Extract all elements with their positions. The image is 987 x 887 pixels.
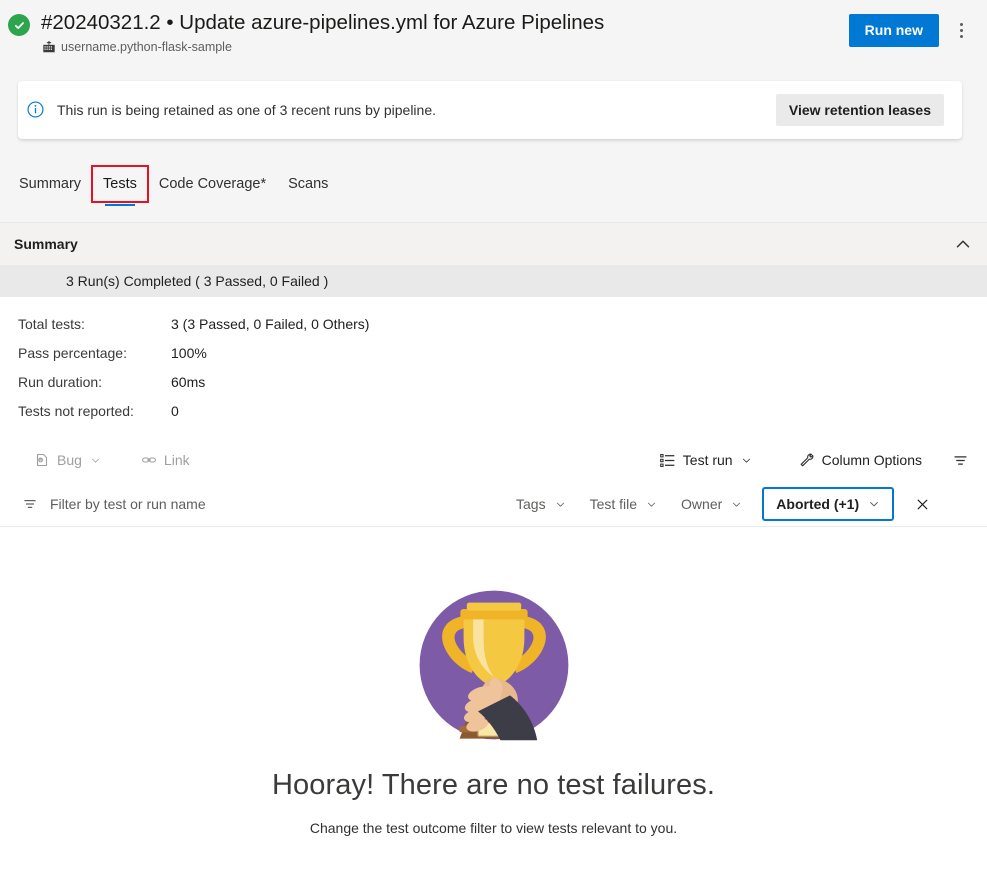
filter-icon (22, 496, 38, 512)
stat-row: Run duration: 60ms (18, 367, 987, 396)
create-bug-button[interactable]: B Bug (26, 444, 109, 476)
view-retention-leases-button[interactable]: View retention leases (775, 94, 944, 126)
command-toolbar: B Bug Link Test run Column Options (0, 438, 987, 483)
wrench-icon (798, 452, 815, 469)
summary-stats: Total tests: 3 (3 Passed, 0 Failed, 0 Ot… (0, 297, 987, 441)
summary-card: Summary 3 Run(s) Completed ( 3 Passed, 0… (0, 222, 987, 442)
create-bug-label: Bug (57, 452, 82, 468)
tab-tests[interactable]: Tests (91, 165, 149, 206)
check-circle-icon (8, 14, 30, 36)
stat-row: Tests not reported: 0 (18, 396, 987, 425)
link-button[interactable]: Link (133, 444, 198, 476)
owner-filter-label: Owner (681, 496, 723, 512)
chevron-down-icon (646, 499, 657, 510)
test-results-page: #20240321.2 • Update azure-pipelines.yml… (0, 0, 987, 887)
tags-filter-label: Tags (516, 496, 546, 512)
stat-row: Pass percentage: 100% (18, 338, 987, 367)
owner-filter-dropdown[interactable]: Owner (671, 488, 752, 520)
filter-icon (952, 452, 969, 469)
search-input[interactable] (48, 495, 482, 513)
tab-code-coverage[interactable]: Code Coverage* (148, 166, 277, 202)
stat-label: Pass percentage: (18, 344, 127, 361)
test-run-label: Test run (682, 452, 733, 468)
test-file-filter-label: Test file (589, 496, 638, 512)
more-dot (959, 23, 963, 26)
link-label: Link (163, 452, 190, 468)
page-title: #20240321.2 • Update azure-pipelines.yml… (41, 11, 605, 34)
grouping-icon (659, 452, 676, 469)
outcome-filter-dropdown[interactable]: Aborted (+1) (762, 487, 895, 521)
more-dot (959, 35, 963, 38)
run-new-button[interactable]: Run new (848, 14, 939, 47)
stat-value: 3 (3 Passed, 0 Failed, 0 Others) (171, 315, 370, 332)
outcome-filter-label: Aborted (+1) (776, 496, 860, 512)
trophy-illustration (414, 585, 574, 745)
column-options-button[interactable]: Column Options (790, 444, 930, 476)
tab-bar: Summary Tests Code Coverage* Scans (0, 165, 987, 206)
link-icon (141, 452, 157, 468)
bug-icon: B (34, 452, 50, 468)
empty-state-subtitle: Change the test outcome filter to view t… (309, 820, 678, 836)
breadcrumb[interactable]: username.python-flask-sample (42, 39, 604, 55)
tags-filter-dropdown[interactable]: Tags (506, 488, 576, 520)
repository-icon (43, 41, 55, 53)
filter-toggle-button[interactable] (944, 444, 987, 476)
tab-summary[interactable]: Summary (8, 166, 92, 202)
chevron-down-icon (731, 499, 742, 510)
title-block: #20240321.2 • Update azure-pipelines.yml… (41, 10, 604, 55)
empty-state: Hooray! There are no test failures. Chan… (0, 527, 987, 887)
runs-completed-row: 3 Run(s) Completed ( 3 Passed, 0 Failed … (0, 265, 987, 297)
chevron-down-icon (868, 498, 880, 510)
stat-label: Total tests: (18, 315, 85, 332)
stat-value: 60ms (171, 373, 206, 390)
stat-label: Tests not reported: (18, 402, 134, 419)
info-icon (27, 101, 44, 118)
close-icon[interactable] (906, 488, 938, 520)
stat-value: 100% (171, 344, 207, 361)
chevron-down-icon (90, 455, 101, 466)
test-file-filter-dropdown[interactable]: Test file (580, 488, 667, 520)
banner-message: This run is being retained as one of 3 r… (57, 102, 437, 118)
retention-banner: This run is being retained as one of 3 r… (18, 81, 962, 139)
more-actions-button[interactable] (947, 14, 975, 47)
search-input-wrapper (22, 495, 502, 513)
stat-value: 0 (171, 402, 179, 419)
chevron-up-icon[interactable] (953, 234, 973, 254)
test-run-grouping-button[interactable]: Test run (651, 444, 760, 476)
repository-name: username.python-flask-sample (61, 40, 232, 54)
summary-heading: Summary (14, 236, 78, 252)
summary-section-header[interactable]: Summary (0, 223, 987, 265)
chevron-down-icon (555, 499, 566, 510)
more-dot (959, 29, 963, 32)
page-header: #20240321.2 • Update azure-pipelines.yml… (0, 0, 987, 66)
header-title-area: #20240321.2 • Update azure-pipelines.yml… (8, 10, 604, 55)
tab-scans[interactable]: Scans (277, 166, 339, 202)
stat-label: Run duration: (18, 373, 103, 390)
filter-bar: Tags Test file Owner Aborted (+1) (0, 482, 987, 527)
column-options-label: Column Options (821, 452, 922, 468)
empty-state-title: Hooray! There are no test failures. (271, 769, 716, 801)
chevron-down-icon (741, 455, 752, 466)
stat-row: Total tests: 3 (3 Passed, 0 Failed, 0 Ot… (18, 309, 987, 338)
